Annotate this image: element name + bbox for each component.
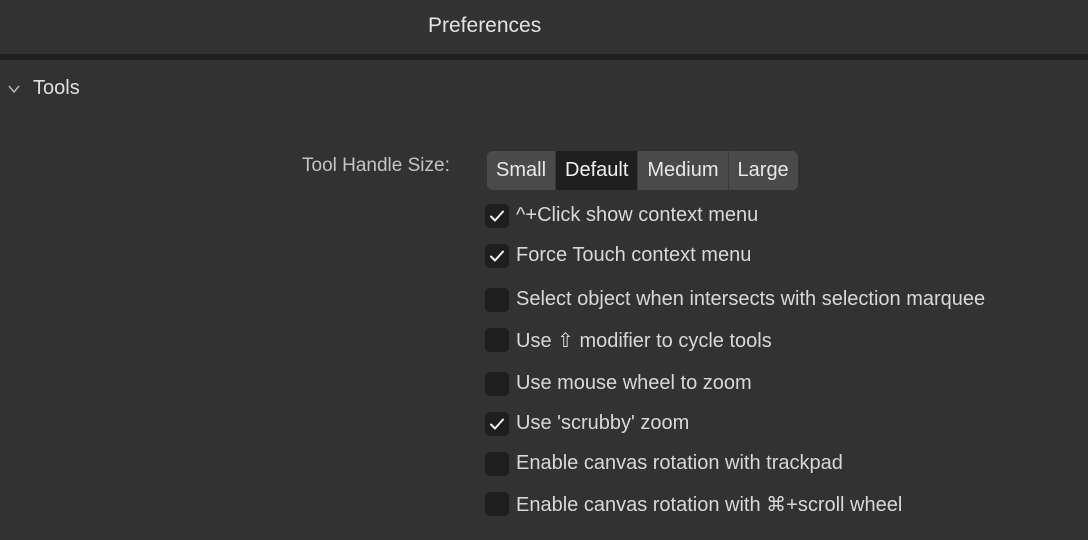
option-label: Force Touch context menu <box>516 244 752 266</box>
preferences-content: Tools Tool Handle Size: Small Default Me… <box>0 60 1088 540</box>
checkbox[interactable] <box>485 372 509 396</box>
option-force-touch-context-menu[interactable]: Force Touch context menu <box>485 244 1045 270</box>
segment-large[interactable]: Large <box>728 151 798 190</box>
segment-medium[interactable]: Medium <box>638 151 729 190</box>
option-label: Use ⇧ modifier to cycle tools <box>516 330 772 352</box>
option-label: Select object when intersects with selec… <box>516 288 986 310</box>
option-mouse-wheel-zoom[interactable]: Use mouse wheel to zoom <box>485 372 1045 398</box>
tools-section-header[interactable]: Tools <box>0 74 300 104</box>
tool-handle-size-segmented-control: Small Default Medium Large <box>487 151 798 190</box>
checkbox[interactable] <box>485 328 509 352</box>
segment-default[interactable]: Default <box>556 151 639 190</box>
checkbox[interactable] <box>485 452 509 476</box>
option-label: Use mouse wheel to zoom <box>516 372 752 394</box>
segment-small[interactable]: Small <box>487 151 557 190</box>
checkmark-icon <box>490 418 504 430</box>
section-label: Tools <box>33 77 80 99</box>
checkbox[interactable] <box>485 492 509 516</box>
window-title: Preferences <box>428 14 542 37</box>
checkmark-icon <box>490 250 504 262</box>
option-select-intersects-marquee[interactable]: Select object when intersects with selec… <box>485 288 1045 314</box>
option-label: Enable canvas rotation with ⌘+scroll whe… <box>516 494 903 516</box>
checkbox[interactable] <box>485 204 509 228</box>
option-label: Use 'scrubby' zoom <box>516 412 690 434</box>
option-canvas-rotation-scroll-wheel[interactable]: Enable canvas rotation with ⌘+scroll whe… <box>485 492 1045 518</box>
option-label: Enable canvas rotation with trackpad <box>516 452 843 474</box>
title-bar: Preferences <box>0 0 1088 55</box>
checkbox[interactable] <box>485 288 509 312</box>
option-label: ^+Click show context menu <box>516 204 759 226</box>
option-canvas-rotation-trackpad[interactable]: Enable canvas rotation with trackpad <box>485 452 1045 478</box>
tool-handle-size-label: Tool Handle Size: <box>302 155 450 176</box>
checkbox[interactable] <box>485 412 509 436</box>
option-shift-cycle-tools[interactable]: Use ⇧ modifier to cycle tools <box>485 328 1045 354</box>
option-ctrl-click-context-menu[interactable]: ^+Click show context menu <box>485 204 1045 230</box>
checkmark-icon <box>490 210 504 222</box>
option-scrubby-zoom[interactable]: Use 'scrubby' zoom <box>485 412 1045 438</box>
checkbox[interactable] <box>485 244 509 268</box>
chevron-down-icon <box>8 85 20 94</box>
